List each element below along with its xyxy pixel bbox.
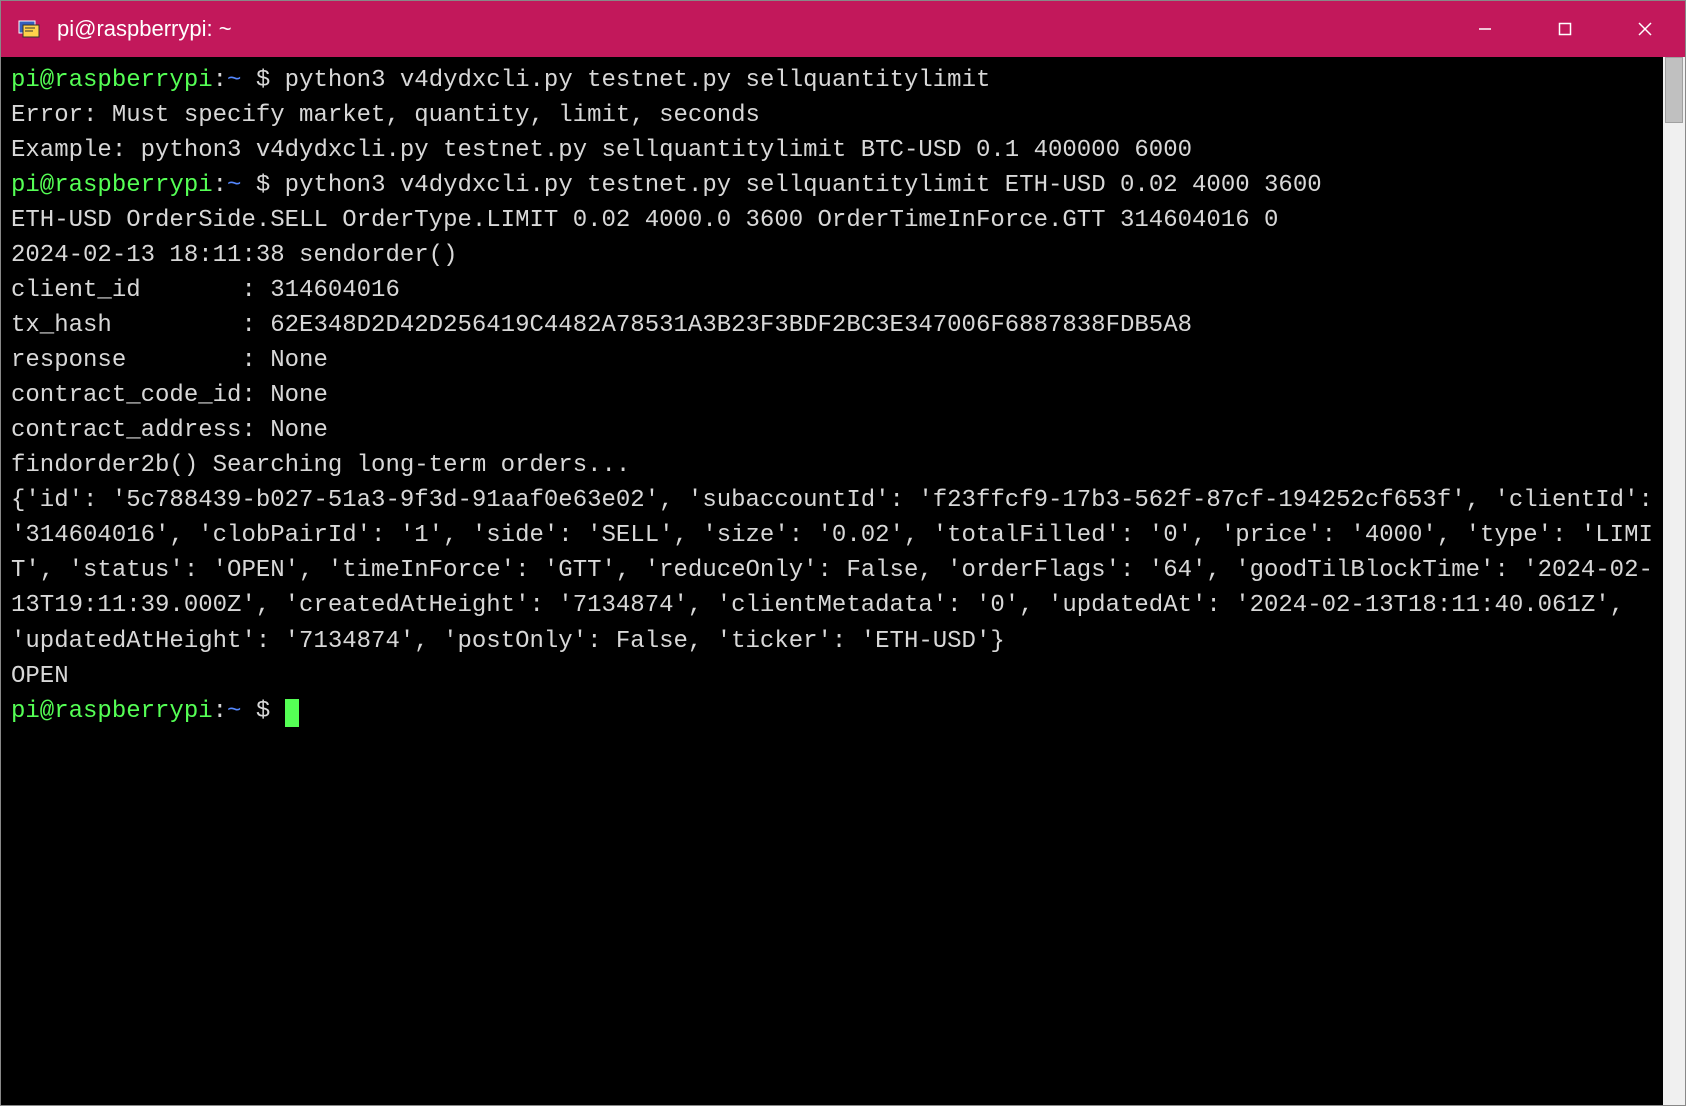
output-line: ETH-USD OrderSide.SELL OrderType.LIMIT 0… [11, 207, 1278, 234]
prompt-dollar: $ [241, 67, 284, 94]
output-line: 2024-02-13 18:11:38 sendorder() [11, 242, 457, 269]
output-line: response : None [11, 347, 328, 374]
prompt-path: ~ [227, 698, 241, 725]
output-line: {'id': '5c788439-b027-51a3-9f3d-91aaf0e6… [11, 487, 1663, 654]
command-line: python3 v4dydxcli.py testnet.py sellquan… [285, 172, 1322, 199]
output-line: tx_hash : 62E348D2D42D256419C4482A78531A… [11, 312, 1192, 339]
output-line: OPEN [11, 663, 69, 690]
output-line: findorder2b() Searching long-term orders… [11, 452, 630, 479]
window-title: pi@raspberrypi: ~ [57, 16, 1445, 42]
cursor [285, 699, 299, 727]
output-line: Example: python3 v4dydxcli.py testnet.py… [11, 137, 1192, 164]
putty-window: pi@raspberrypi: ~ pi@raspberrypi:~ $ pyt… [0, 0, 1686, 1106]
command-line: python3 v4dydxcli.py testnet.py sellquan… [285, 67, 991, 94]
prompt-colon: : [213, 67, 227, 94]
prompt-user-host: pi@raspberrypi [11, 67, 213, 94]
maximize-button[interactable] [1525, 1, 1605, 57]
putty-icon [15, 15, 43, 43]
window-controls [1445, 1, 1685, 57]
output-line: contract_code_id: None [11, 382, 328, 409]
prompt-dollar: $ [241, 698, 284, 725]
terminal-area: pi@raspberrypi:~ $ python3 v4dydxcli.py … [1, 57, 1685, 1105]
prompt-user-host: pi@raspberrypi [11, 698, 213, 725]
prompt-colon: : [213, 698, 227, 725]
minimize-button[interactable] [1445, 1, 1525, 57]
prompt-user-host: pi@raspberrypi [11, 172, 213, 199]
terminal[interactable]: pi@raspberrypi:~ $ python3 v4dydxcli.py … [1, 57, 1663, 1105]
prompt-colon: : [213, 172, 227, 199]
prompt-path: ~ [227, 172, 241, 199]
prompt-path: ~ [227, 67, 241, 94]
scrollbar[interactable] [1663, 57, 1685, 1105]
output-line: Error: Must specify market, quantity, li… [11, 102, 760, 129]
close-button[interactable] [1605, 1, 1685, 57]
titlebar[interactable]: pi@raspberrypi: ~ [1, 1, 1685, 57]
prompt-dollar: $ [241, 172, 284, 199]
scrollbar-thumb[interactable] [1665, 57, 1683, 123]
output-line: contract_address: None [11, 417, 328, 444]
output-line: client_id : 314604016 [11, 277, 400, 304]
